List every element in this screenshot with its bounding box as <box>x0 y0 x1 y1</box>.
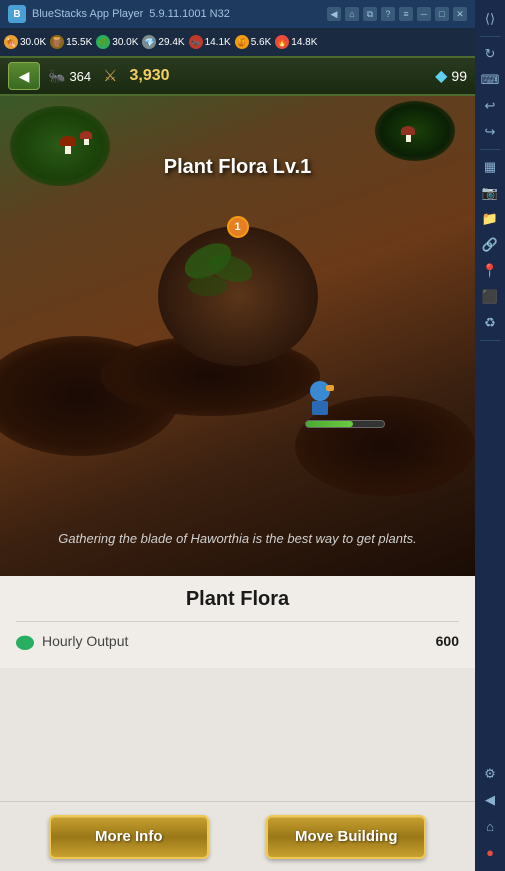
wood-value: 15.5K <box>66 37 92 48</box>
game-toolbar: ◀ 🐜 364 ⚔ 3,930 ◆ 99 <box>0 56 475 96</box>
more-info-button[interactable]: More Info <box>49 815 209 859</box>
honey-value: 5.6K <box>251 37 272 48</box>
back-btn-title[interactable]: ◀ <box>327 7 341 21</box>
stone-value: 29.4K <box>158 37 184 48</box>
maximize-btn[interactable]: □ <box>435 7 449 21</box>
swords-icon: ⚔ <box>103 66 117 86</box>
bottom-buttons: More Info Move Building <box>0 801 475 871</box>
hourly-value: 600 <box>436 633 459 649</box>
resource-bar: 🍖 30.0K 🪵 15.5K 🌿 30.0K 💎 29.4K 🐜 14.1K … <box>0 28 475 56</box>
close-btn[interactable]: ✕ <box>453 7 467 21</box>
resource-fire: 🔥 14.8K <box>275 35 317 49</box>
progress-bar-fill <box>306 421 353 427</box>
game-description: Gathering the blade of Haworthia is the … <box>20 531 455 546</box>
hourly-label: Hourly Output <box>42 633 436 649</box>
ant-icon: 🐜 <box>189 35 203 49</box>
resource-ant: 🐜 14.1K <box>189 35 231 49</box>
window-controls: ◀ ⌂ ⧉ ? ≡ ─ □ ✕ <box>327 7 467 21</box>
app-name: BlueStacks App Player <box>32 8 143 20</box>
home-btn-title[interactable]: ⌂ <box>345 7 359 21</box>
sidebar-divider-3 <box>480 340 500 341</box>
move-building-button[interactable]: Move Building <box>266 815 426 859</box>
ant-count-display: 🐜 364 <box>48 68 91 85</box>
ant-value: 14.1K <box>205 37 231 48</box>
sidebar-location-icon[interactable]: 📍 <box>479 260 501 282</box>
nest-area <box>158 226 318 366</box>
copy-btn-title[interactable]: ⧉ <box>363 7 377 21</box>
resource-food: 🍖 30.0K <box>4 35 46 49</box>
sidebar-apps-icon[interactable]: ▦ <box>479 156 501 178</box>
level-badge: 1 <box>227 216 249 238</box>
sidebar-dot-icon[interactable]: ● <box>479 841 501 863</box>
mushroom-1 <box>60 136 76 154</box>
hourly-output-row: Hourly Output 600 <box>0 622 475 660</box>
back-arrow-icon: ◀ <box>19 68 30 85</box>
sidebar-home-icon[interactable]: ⌂ <box>479 815 501 837</box>
app-version: 5.9.11.1001 N32 <box>149 8 230 20</box>
info-title: Plant Flora <box>16 588 459 622</box>
sidebar-folder-icon[interactable]: 📁 <box>479 208 501 230</box>
sidebar-divider-1 <box>480 36 500 37</box>
gold-count: 3,930 <box>129 67 169 85</box>
diamond-section: ◆ 99 <box>435 66 467 86</box>
fire-icon: 🔥 <box>275 35 289 49</box>
game-back-button[interactable]: ◀ <box>8 62 40 90</box>
info-panel: Plant Flora Hourly Output 600 <box>0 576 475 668</box>
diamond-count: 99 <box>451 68 467 84</box>
title-bar: B BlueStacks App Player 5.9.11.1001 N32 … <box>0 0 475 28</box>
menu-btn-title[interactable]: ≡ <box>399 7 413 21</box>
diamond-icon: ◆ <box>435 66 447 86</box>
vegetation-top-right <box>375 101 455 161</box>
sidebar-rotate-icon[interactable]: ↻ <box>479 43 501 65</box>
help-btn-title[interactable]: ? <box>381 7 395 21</box>
resource-plant: 🌿 30.0K <box>96 35 138 49</box>
ant-count-value: 364 <box>69 69 91 84</box>
resource-wood: 🪵 15.5K <box>50 35 92 49</box>
ant-toolbar-icon: 🐜 <box>48 68 65 85</box>
fire-value: 14.8K <box>291 37 317 48</box>
sidebar-expand-icon[interactable]: ⟨⟩ <box>479 8 501 30</box>
sidebar-keyboard-icon[interactable]: ⌨ <box>479 69 501 91</box>
character-body <box>312 401 328 415</box>
progress-bar <box>305 420 385 428</box>
sidebar-screenshot-icon[interactable]: 📷 <box>479 182 501 204</box>
sidebar-eco-icon[interactable]: ♻ <box>479 312 501 334</box>
mushroom-2 <box>80 131 92 145</box>
app-logo: B <box>8 5 26 23</box>
main-content: B BlueStacks App Player 5.9.11.1001 N32 … <box>0 0 475 871</box>
resource-stone: 💎 29.4K <box>142 35 184 49</box>
game-area: Plant Flora Lv.1 1 Gathering the blade o… <box>0 96 475 576</box>
leaf-icon <box>16 632 34 650</box>
sidebar-link-icon[interactable]: 🔗 <box>479 234 501 256</box>
building-label: Plant Flora Lv.1 <box>164 156 311 179</box>
sidebar-back-icon[interactable]: ◀ <box>479 789 501 811</box>
sidebar-undo-icon[interactable]: ↩ <box>479 95 501 117</box>
resource-honey: 🍯 5.6K <box>235 35 272 49</box>
minimize-btn[interactable]: ─ <box>417 7 431 21</box>
sidebar-layers-icon[interactable]: ⬛ <box>479 286 501 308</box>
stone-icon: 💎 <box>142 35 156 49</box>
game-character <box>305 381 335 416</box>
mushroom-3 <box>401 126 415 142</box>
sidebar-redo-icon[interactable]: ↪ <box>479 121 501 143</box>
level-number: 1 <box>234 221 240 233</box>
plant-value: 30.0K <box>112 37 138 48</box>
sidebar-settings-icon[interactable]: ⚙ <box>479 763 501 785</box>
honey-icon: 🍯 <box>235 35 249 49</box>
plant-icon: 🌿 <box>96 35 110 49</box>
sidebar-divider-2 <box>480 149 500 150</box>
right-sidebar: ⟨⟩ ↻ ⌨ ↩ ↪ ▦ 📷 📁 🔗 📍 ⬛ ♻ ⚙ ◀ ⌂ ● <box>475 0 505 871</box>
food-value: 30.0K <box>20 37 46 48</box>
character-head <box>310 381 330 401</box>
food-icon: 🍖 <box>4 35 18 49</box>
wood-icon: 🪵 <box>50 35 64 49</box>
